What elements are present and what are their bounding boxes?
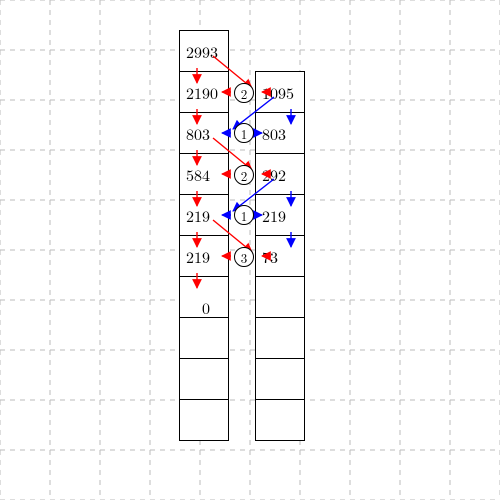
zero-remainder: 0 — [202, 296, 210, 319]
diagram-stage: 2993 2190 803 584 219 219 1095 803 292 219 73 2 1 2 1… — [0, 0, 500, 500]
left-cell-5: 219 — [179, 235, 229, 277]
quotient-label: 2 — [241, 166, 248, 185]
quotient-label: 3 — [241, 248, 248, 267]
quotient-circle-2: 2 — [234, 165, 254, 185]
right-cell-2: 292 — [255, 153, 305, 195]
right-cell-3: 219 — [255, 194, 305, 236]
left-cell-8 — [179, 358, 229, 400]
left-cell-value: 803 — [186, 122, 210, 145]
right-cell-value: 73 — [262, 245, 278, 268]
quotient-circle-0: 2 — [234, 83, 254, 103]
quotient-circle-1: 1 — [234, 123, 254, 143]
left-cell-value: 584 — [186, 163, 210, 186]
right-cell-8 — [255, 399, 305, 441]
left-cell-4: 219 — [179, 194, 229, 236]
right-cell-0: 1095 — [255, 71, 305, 113]
left-cell-0: 2993 — [179, 30, 229, 72]
right-cell-value: 292 — [262, 163, 286, 186]
right-cell-4: 73 — [255, 235, 305, 277]
quotient-circle-3: 1 — [234, 205, 254, 225]
right-cell-7 — [255, 358, 305, 400]
right-cell-6 — [255, 317, 305, 359]
right-cell-value: 1095 — [262, 81, 294, 104]
quotient-label: 1 — [241, 206, 248, 225]
left-cell-value: 2993 — [186, 40, 218, 63]
quotient-label: 1 — [241, 124, 248, 143]
right-cell-value: 803 — [262, 122, 286, 145]
left-cell-value: 2190 — [186, 81, 218, 104]
right-cell-value: 219 — [262, 204, 286, 227]
right-cell-5 — [255, 276, 305, 318]
left-cell-1: 2190 — [179, 71, 229, 113]
left-cell-value: 219 — [186, 245, 210, 268]
left-cell-9 — [179, 399, 229, 441]
quotient-circle-4: 3 — [234, 247, 254, 267]
left-cell-3: 584 — [179, 153, 229, 195]
right-cell-1: 803 — [255, 112, 305, 154]
left-cell-7 — [179, 317, 229, 359]
left-cell-value: 219 — [186, 204, 210, 227]
quotient-label: 2 — [241, 84, 248, 103]
left-cell-2: 803 — [179, 112, 229, 154]
